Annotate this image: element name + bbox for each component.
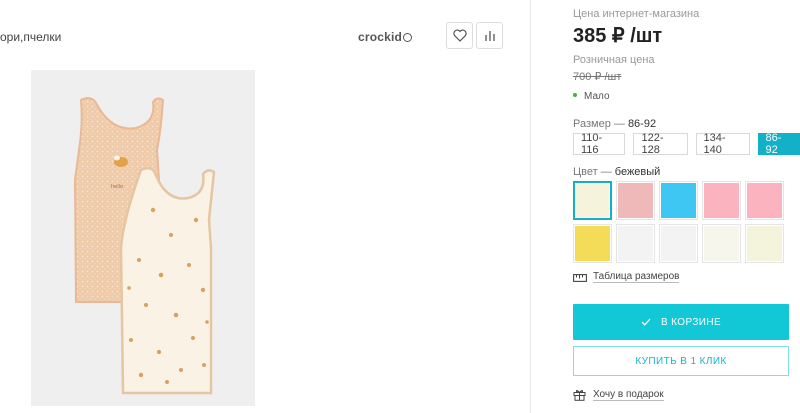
swatch-fill bbox=[575, 226, 610, 261]
color-swatches bbox=[573, 181, 784, 263]
color-swatch[interactable] bbox=[616, 181, 655, 220]
size-option-selected[interactable]: 86-92 bbox=[757, 132, 800, 156]
check-icon bbox=[641, 318, 651, 326]
stock-text: Мало bbox=[584, 91, 610, 102]
product-gallery-panel: ори,пчелки crockid hello bbox=[0, 0, 530, 413]
color-selected: бежевый bbox=[614, 166, 661, 178]
color-swatch[interactable] bbox=[659, 224, 698, 263]
color-swatch[interactable] bbox=[702, 224, 741, 263]
color-heading: Цвет — бежевый bbox=[573, 166, 661, 178]
swatch-fill bbox=[618, 183, 653, 218]
stock-dot-icon bbox=[573, 93, 577, 97]
swatch-fill bbox=[618, 226, 653, 261]
color-swatch[interactable] bbox=[616, 224, 655, 263]
product-photo[interactable]: hello bbox=[31, 70, 255, 406]
size-option[interactable]: 122-128 bbox=[633, 132, 688, 156]
size-label: Размер bbox=[573, 118, 611, 130]
swatch-fill bbox=[661, 183, 696, 218]
color-swatch[interactable] bbox=[573, 224, 612, 263]
swatch-fill bbox=[704, 226, 739, 261]
color-swatch[interactable] bbox=[745, 224, 784, 263]
online-price: 385 ₽ /шт bbox=[573, 25, 663, 47]
swatch-fill bbox=[747, 226, 782, 261]
swatch-fill bbox=[661, 226, 696, 261]
brand-name: crockid bbox=[358, 30, 403, 44]
buy-one-click-button[interactable]: КУПИТЬ В 1 КЛИК bbox=[573, 346, 789, 376]
brand-logo-mark bbox=[403, 33, 413, 42]
size-table-text: Таблица размеров bbox=[593, 271, 680, 283]
size-option[interactable]: 110-116 bbox=[573, 132, 626, 156]
color-swatch[interactable] bbox=[702, 181, 741, 220]
swatch-fill bbox=[576, 184, 609, 217]
online-price-label: Цена интернет-магазина bbox=[573, 8, 700, 20]
retail-price-label: Розничная цена bbox=[573, 54, 655, 66]
purchase-panel: Цена интернет-магазина 385 ₽ /шт Розничн… bbox=[531, 0, 800, 413]
gift-text: Хочу в подарок bbox=[593, 388, 664, 401]
size-selected: 86-92 bbox=[627, 118, 657, 130]
stock-status: Мало bbox=[573, 91, 610, 102]
in-cart-label: В КОРЗИНЕ bbox=[660, 316, 722, 328]
product-title-fragment: ори,пчелки bbox=[0, 30, 62, 44]
buy-one-click-label: КУПИТЬ В 1 КЛИК bbox=[635, 355, 727, 367]
swatch-fill bbox=[747, 183, 782, 218]
color-swatch[interactable] bbox=[745, 181, 784, 220]
svg-text:hello: hello bbox=[111, 184, 123, 190]
bar-chart-icon bbox=[484, 30, 495, 41]
compare-button[interactable] bbox=[476, 22, 503, 49]
tank-tops-image: hello bbox=[73, 97, 216, 395]
color-label: Цвет bbox=[573, 166, 598, 178]
in-cart-button[interactable]: В КОРЗИНЕ bbox=[573, 304, 789, 340]
brand-logo[interactable]: crockid bbox=[358, 30, 413, 44]
size-table-link[interactable]: Таблица размеров bbox=[573, 271, 680, 283]
retail-price: 700 ₽ /шт bbox=[573, 71, 622, 83]
gift-icon bbox=[573, 389, 586, 401]
swatch-fill bbox=[704, 183, 739, 218]
color-swatch[interactable] bbox=[659, 181, 698, 220]
gift-link[interactable]: Хочу в подарок bbox=[573, 388, 664, 401]
ruler-icon bbox=[573, 274, 587, 282]
size-option[interactable]: 134-140 bbox=[695, 132, 750, 156]
heart-icon bbox=[452, 29, 467, 42]
color-swatch-selected[interactable] bbox=[573, 181, 612, 220]
size-options: 110-116 122-128 134-140 86-92 bbox=[573, 132, 800, 156]
size-heading: Размер — 86-92 bbox=[573, 118, 657, 130]
wishlist-button[interactable] bbox=[446, 22, 473, 49]
